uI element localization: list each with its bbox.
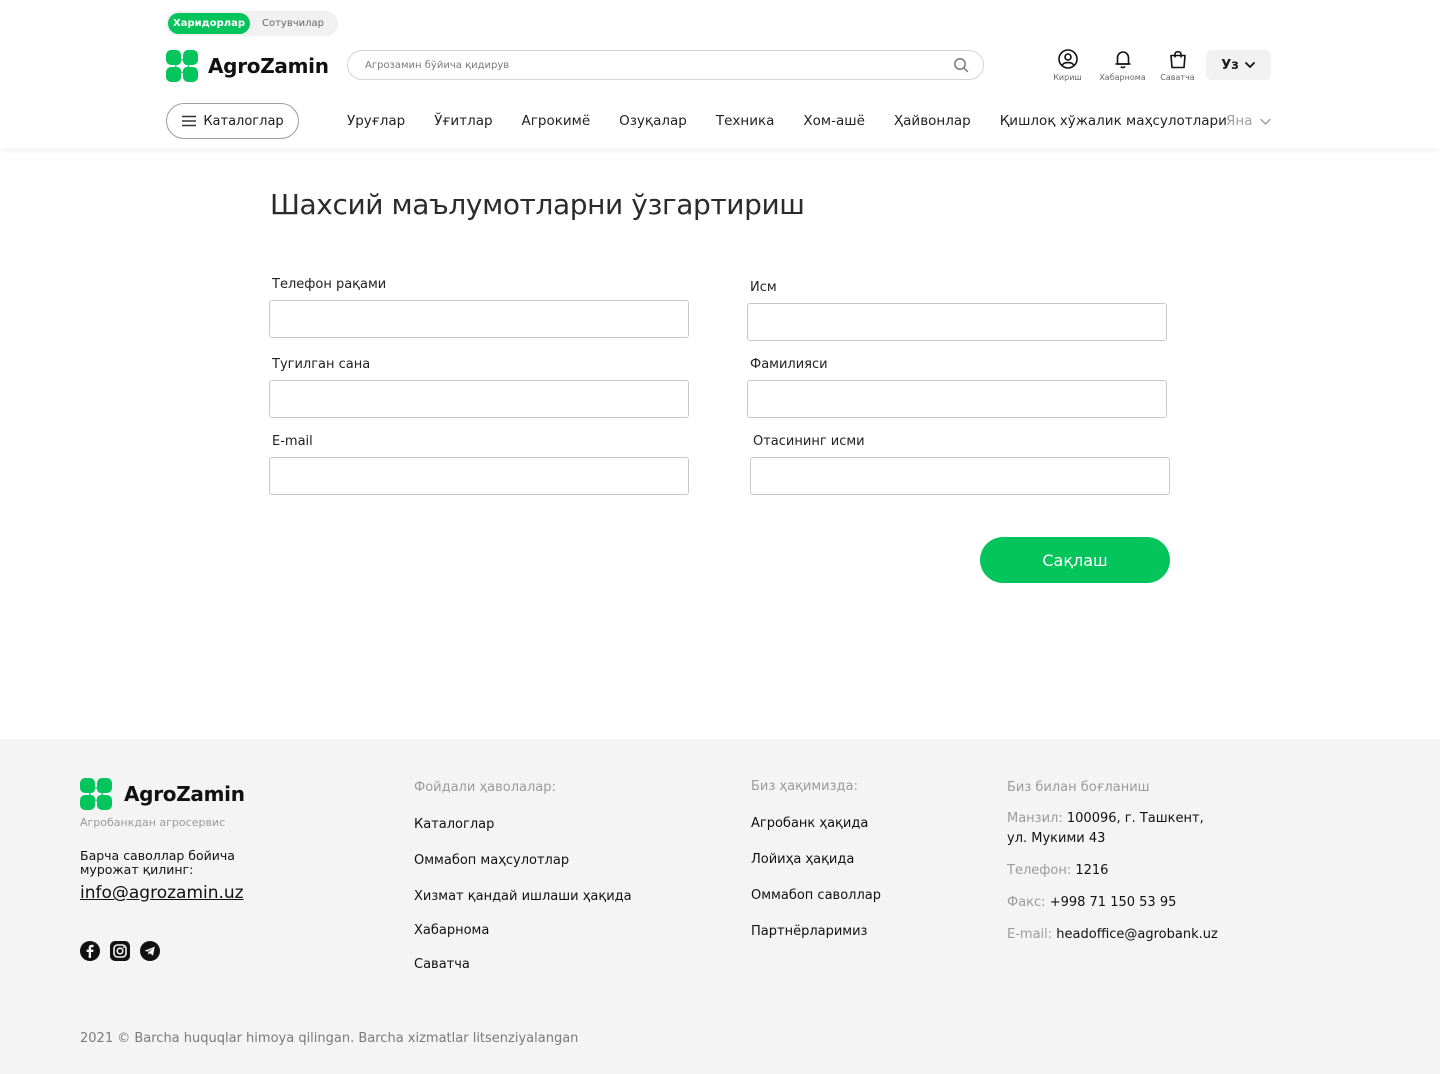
email-value[interactable]: headoffice@agrobank.uz [1056,927,1218,942]
birth-date-input[interactable] [269,380,689,418]
header-actions: Кириш Хабарнома Саватча [1040,48,1205,82]
footer-logo[interactable]: AgroZamin [80,778,245,810]
last-name-input[interactable] [747,380,1167,418]
catalogs-button[interactable]: Каталоглар [166,103,299,139]
site-header: Харидорлар Сотувчилар AgroZamin Кириш [0,0,1440,148]
nav-item-agri-products[interactable]: Қишлоқ хўжалик маҳсулотлари [1000,113,1227,129]
first-name-input[interactable] [747,303,1167,341]
about-title: Биз ҳақимизда: [751,779,858,794]
phone-input[interactable] [269,300,689,338]
logo-text: AgroZamin [208,54,329,78]
address-line-1: 100096, г. Ташкент, [1066,811,1204,826]
cart-button[interactable]: Саватча [1150,48,1205,82]
fax-value: +998 71 150 53 95 [1049,895,1177,910]
footer-link-partners[interactable]: Партнёрларимиз [751,924,867,939]
catalogs-label: Каталоглар [203,113,284,129]
language-select[interactable]: Уз [1206,50,1271,80]
cart-label: Саватча [1160,73,1195,82]
role-buyers-tab[interactable]: Харидорлар [168,13,250,34]
birth-date-label: Тугилган сана [272,357,371,372]
footer-tagline: Агробанкдан агросервис [80,816,226,829]
nav-item-machinery[interactable]: Техника [716,113,775,129]
search-icon[interactable] [953,57,969,73]
footer-link-notifications[interactable]: Хабарнома [414,923,489,938]
footer-logo-text: AgroZamin [124,782,245,806]
social-links [80,941,170,961]
first-name-label: Исм [750,280,777,295]
useful-links-column: Фойдали ҳаволалар: [414,780,556,795]
role-sellers-tab[interactable]: Сотувчилар [250,13,336,34]
nav-item-seeds[interactable]: Уруғлар [347,113,405,129]
instagram-icon[interactable] [110,941,130,961]
contact-column: Биз билан боғланиш [1007,780,1150,795]
email-label: E-mail [272,434,313,449]
header-logo[interactable]: AgroZamin [166,50,329,82]
phone-value: 1216 [1075,863,1109,878]
login-label: Кириш [1053,73,1082,82]
nav-item-agrochemicals[interactable]: Агрокимё [522,113,591,129]
footer-link-popular-products[interactable]: Оммабоп маҳсулотлар [414,853,569,868]
nav-item-feed[interactable]: Озуқалар [619,113,687,129]
copyright-text: 2021 © Barcha huquqlar himoya qilingan. … [80,1031,579,1046]
footer-link-about-project[interactable]: Лойиҳа ҳақида [751,852,854,867]
nav-item-raw-materials[interactable]: Хом-ашё [803,113,865,129]
bag-icon [1169,50,1186,69]
contact-title: Биз билан боғланиш [1007,780,1150,795]
bell-icon [1114,51,1131,69]
page-title: Шахсий маълумотларни ўзгартириш [270,188,805,221]
nav-item-animals[interactable]: Ҳайвонлар [894,113,971,129]
footer-link-about-agrobank[interactable]: Агробанк ҳақида [751,816,868,831]
nav-more-label: Яна [1226,113,1253,129]
footer-link-cart[interactable]: Саватча [414,957,470,972]
useful-links-title: Фойдали ҳаволалар: [414,780,556,795]
search-input[interactable] [365,59,953,71]
nav-more-button[interactable]: Яна [1226,113,1272,129]
email-label-footer: E-mail: [1007,927,1053,942]
notifications-label: Хабарнома [1099,73,1146,82]
chevron-down-icon [1244,62,1255,68]
contact-fax: Факс: +998 71 150 53 95 [1007,893,1176,913]
contact-email: E-mail: headoffice@agrobank.uz [1007,925,1218,945]
patronymic-input[interactable] [750,457,1170,495]
telegram-icon[interactable] [140,941,160,961]
about-column: Биз ҳақимизда: [751,779,858,794]
contact-phone: Телефон: 1216 [1007,861,1108,881]
footer-question-text: Барча саволлар бойича мурожат қилинг: [80,848,235,877]
footer-link-faq[interactable]: Оммабоп саволлар [751,888,881,903]
address-line-2: ул. Мукими 43 [1007,831,1106,846]
nav-item-fertilizers[interactable]: Ўғитлар [434,113,492,129]
chevron-down-icon [1260,118,1272,125]
site-footer: AgroZamin Агробанкдан агросервис Барча с… [0,739,1440,1074]
agrozamin-logo-icon [166,50,198,82]
phone-label: Телефон рақами [272,277,387,292]
language-value: Уз [1221,57,1239,73]
login-button[interactable]: Кириш [1040,48,1095,82]
search-bar [347,50,984,80]
phone-label-footer: Телефон: [1007,863,1072,878]
agrozamin-logo-icon [80,778,112,810]
notifications-button[interactable]: Хабарнома [1095,48,1150,82]
patronymic-label: Отасининг исми [753,434,865,449]
menu-icon [182,115,197,127]
fax-label: Факс: [1007,895,1046,910]
save-button[interactable]: Сақлаш [980,537,1170,583]
footer-link-catalogs[interactable]: Каталоглар [414,817,494,832]
role-switch: Харидорлар Сотувчилар [166,11,338,36]
last-name-label: Фамилияси [750,357,828,372]
facebook-icon[interactable] [80,941,100,961]
category-nav: Уруғлар Ўғитлар Агрокимё Озуқалар Техник… [347,113,1256,129]
footer-email-link[interactable]: info@agrozamin.uz [80,883,244,903]
footer-link-how-it-works[interactable]: Хизмат қандай ишлаши ҳақида [414,889,632,904]
email-input[interactable] [269,457,689,495]
user-circle-icon [1057,49,1078,69]
address-label: Манзил: [1007,811,1063,826]
contact-address: Манзил: 100096, г. Ташкент, ул. Мукими 4… [1007,809,1204,849]
